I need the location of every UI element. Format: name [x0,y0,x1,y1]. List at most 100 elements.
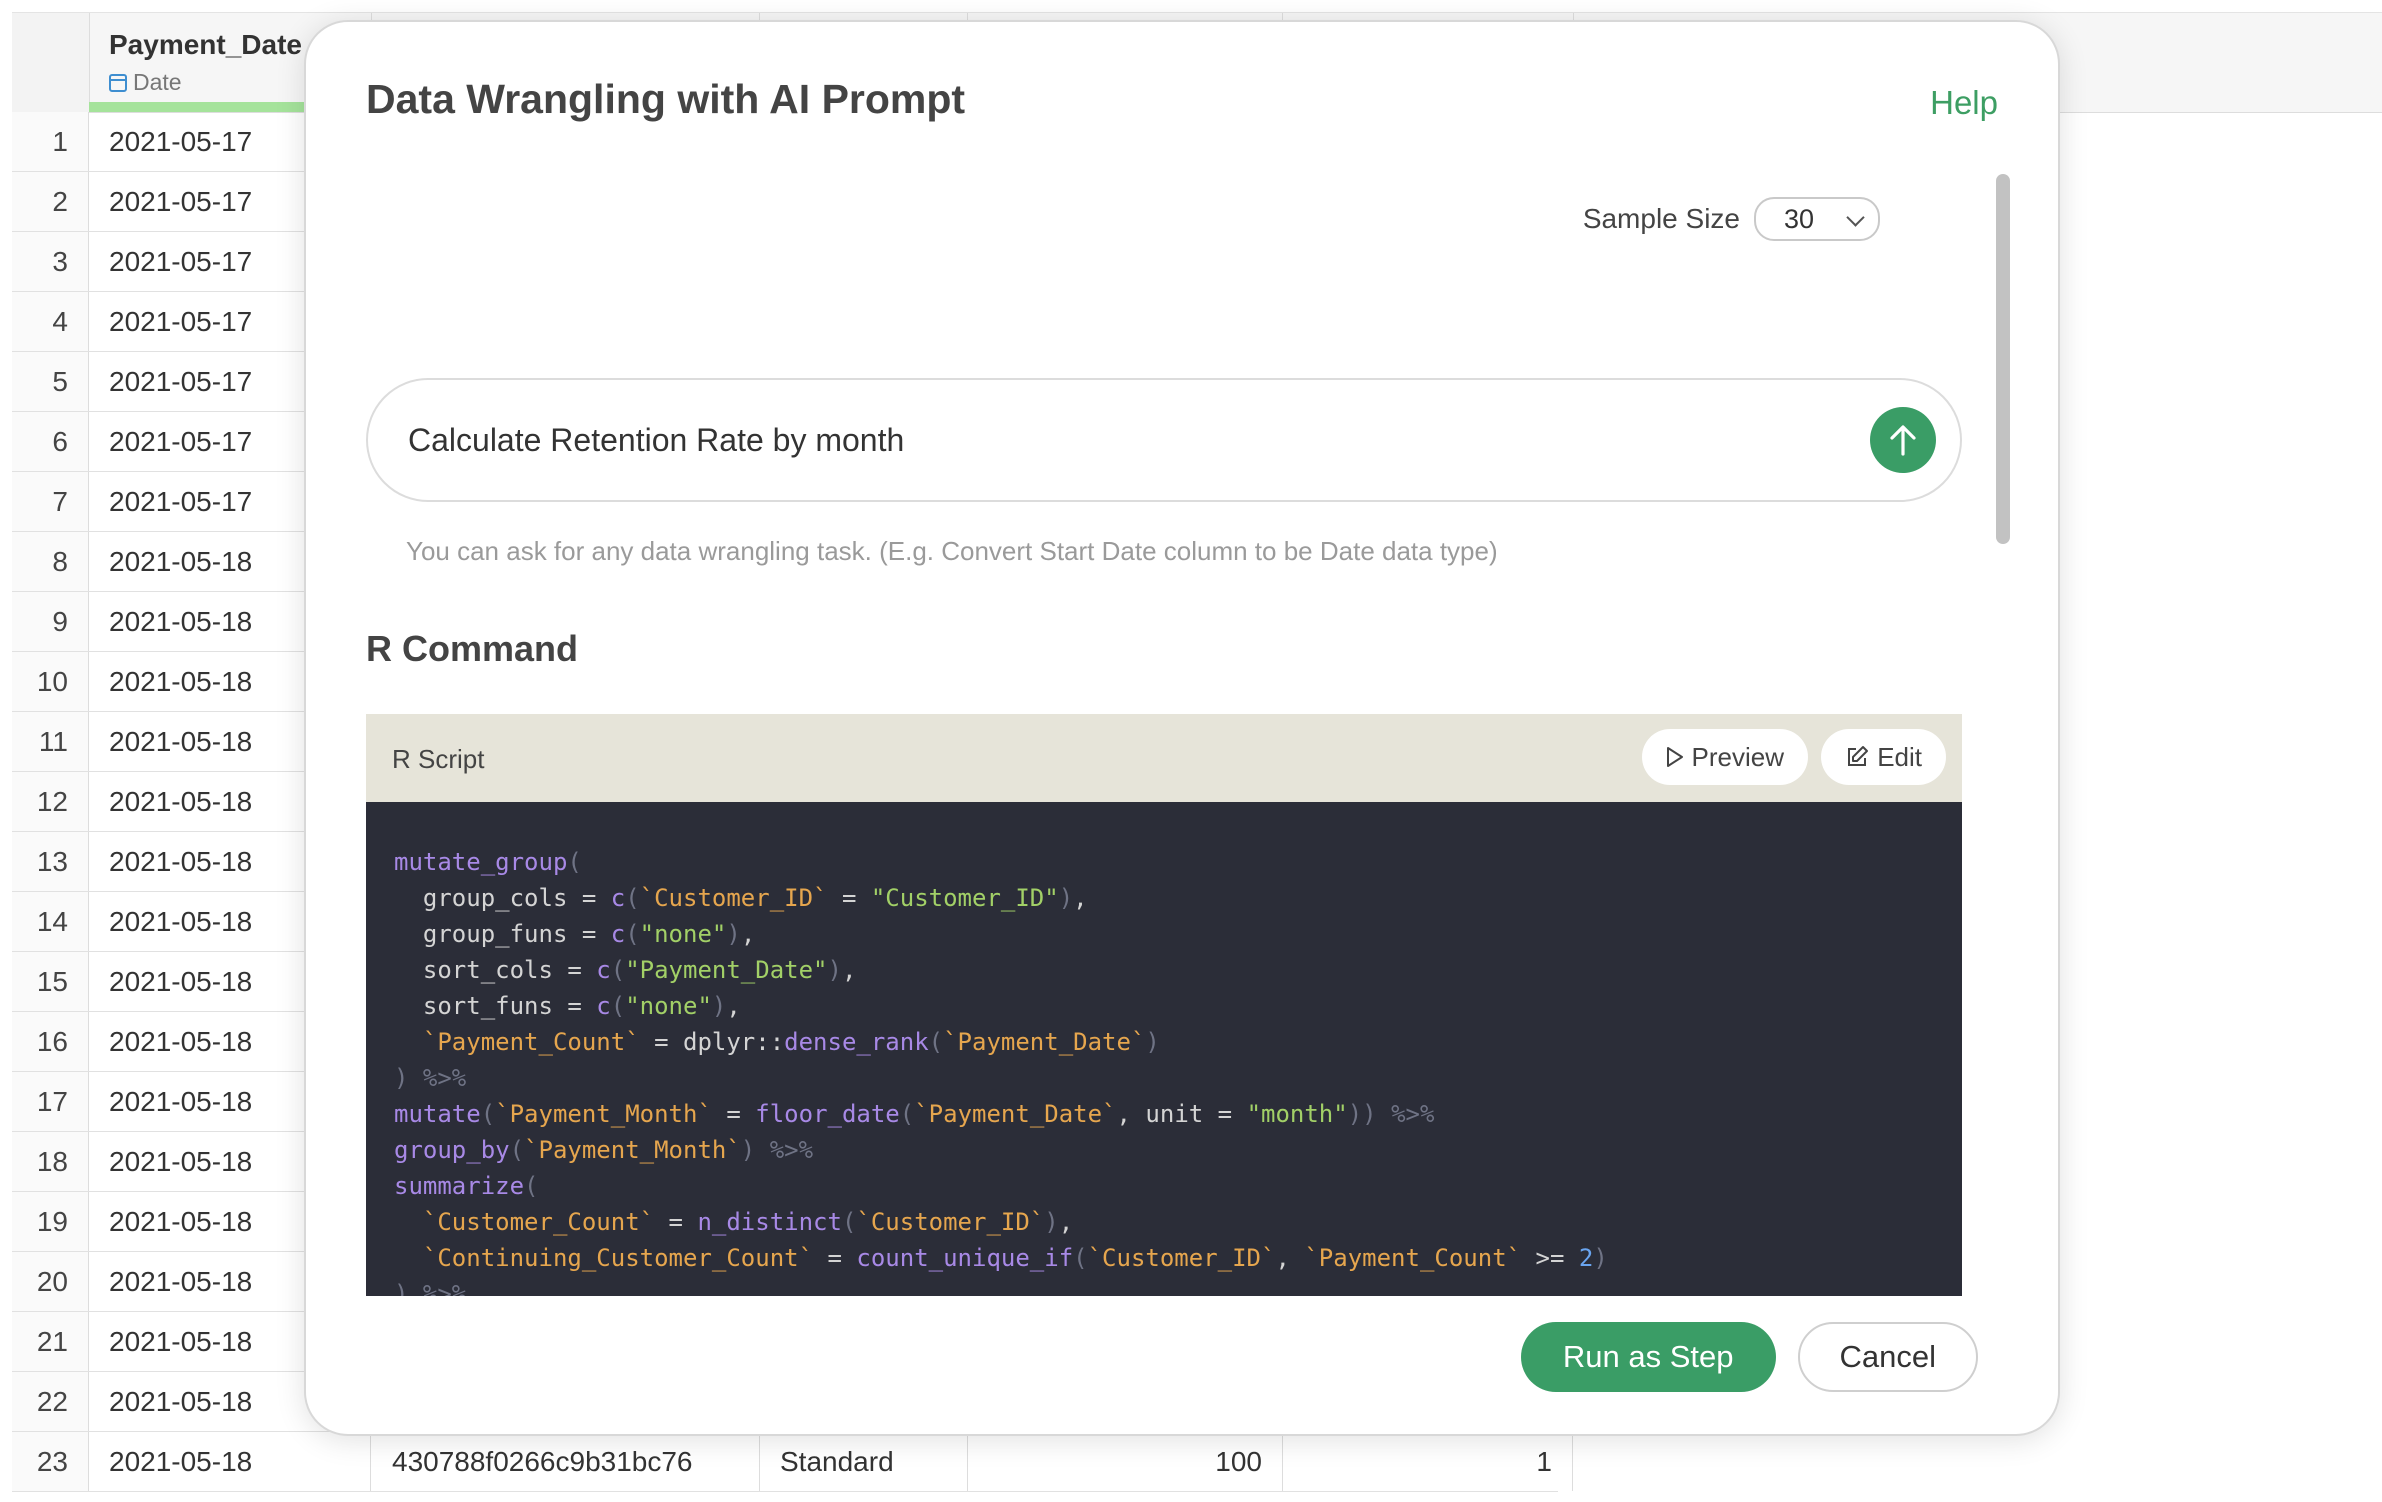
code-line: mutate_group( [394,844,1934,880]
calendar-icon [109,73,127,92]
code-token: ( [509,1136,525,1164]
row-number: 23 [12,1432,89,1491]
play-icon [1666,747,1683,767]
code-token: , unit = [1116,1100,1247,1128]
code-token: = [827,884,871,912]
code-token: `Payment_Date` [943,1028,1146,1056]
code-token: ) [1145,1028,1160,1056]
column-type-label: Date [133,69,182,95]
code-token: )) %>% [1347,1100,1435,1128]
row-number: 10 [12,652,89,711]
row-number: 13 [12,832,89,891]
code-line: sort_cols = c("Payment_Date"), [394,952,1934,988]
edit-button[interactable]: Edit [1821,729,1946,785]
code-token: "none" [639,920,727,948]
prompt-input-text[interactable]: Calculate Retention Rate by month [408,422,904,459]
table-cell-count[interactable]: 1 [1283,1432,1573,1491]
code-token: ) [726,920,741,948]
code-token: mutate_group [394,848,568,876]
code-line: ) %>% [394,1060,1934,1096]
code-token: `Customer_ID` [856,1208,1045,1236]
code-token: ) [1058,884,1074,912]
row-number: 11 [12,712,89,771]
row-number: 22 [12,1372,89,1431]
table-cell-amount[interactable]: 100 [968,1432,1283,1491]
code-line: ) %>% [394,1276,1934,1296]
row-number: 18 [12,1132,89,1191]
code-token: ( [610,992,626,1020]
sample-size-value: 30 [1784,204,1815,234]
code-token: "Customer_ID" [870,884,1059,912]
code-line: `Payment_Count` = dplyr::dense_rank(`Pay… [394,1024,1934,1060]
code-line: sort_funs = c("none"), [394,988,1934,1024]
preview-button-label: Preview [1691,741,1784,772]
cancel-button[interactable]: Cancel [1797,1322,1978,1392]
code-token: "Payment_Date" [625,956,828,984]
code-token: count_unique_if [856,1244,1074,1272]
code-token: ( [841,1208,857,1236]
code-line: `Continuing_Customer_Count` = count_uniq… [394,1240,1934,1276]
send-prompt-button[interactable] [1870,407,1936,473]
code-token: mutate [394,1100,481,1128]
prompt-input[interactable]: Calculate Retention Rate by month [366,378,1962,502]
code-token: `Continuing_Customer_Count` [422,1244,814,1272]
code-token: n_distinct [697,1208,842,1236]
code-token: , [740,920,756,948]
sample-size-select[interactable]: 30 [1754,197,1880,241]
code-token: group_funs = [394,920,611,948]
table-cell-payment-date[interactable]: 2021-05-18 [89,1432,371,1491]
code-token: c [596,956,611,984]
code-token: ) %>% [394,1280,467,1296]
arrow-up-icon [1890,425,1916,456]
row-number: 4 [12,292,89,351]
dialog-footer: Run as Step Cancel [1520,1322,1978,1392]
dialog-scrollbar[interactable] [1988,152,2016,1296]
code-token: ) [1044,1208,1059,1236]
code-token: ( [928,1028,944,1056]
code-token: ( [1073,1244,1088,1272]
row-number: 7 [12,472,89,531]
sample-size-control: Sample Size 30 [1583,197,1880,241]
column-type: Date [109,69,182,96]
code-token: = dplyr:: [639,1028,785,1056]
row-number: 5 [12,352,89,411]
code-token: ) [1593,1244,1608,1272]
dialog-title: Data Wrangling with AI Prompt [366,76,966,122]
code-token: ( [480,1100,496,1128]
code-token: sort_cols = [394,956,597,984]
table-cell-customer-id[interactable]: 430788f0266c9b31bc76 [372,1432,760,1491]
code-token: ( [524,1172,539,1200]
code-token: dense_rank [784,1028,929,1056]
code-line: summarize( [394,1168,1934,1204]
code-line: group_by(`Payment_Month`) %>% [394,1132,1934,1168]
code-token: , [1275,1244,1305,1272]
code-token: , [1058,1208,1074,1236]
help-link[interactable]: Help [1930,84,1998,122]
script-header: R Script Preview Edit [366,714,1962,802]
code-token: group_cols = [394,884,611,912]
code-token: "none" [625,992,712,1020]
table-row[interactable]: 23 2021-05-18 430788f0266c9b31bc76 Standard… [12,1432,1573,1492]
code-token: 2 [1578,1244,1594,1272]
code-token: ) %>% [740,1136,814,1164]
row-number: 8 [12,532,89,591]
run-as-step-button[interactable]: Run as Step [1520,1322,1776,1392]
row-number: 2 [12,172,89,231]
column-name: Payment_Date [109,29,302,60]
edit-button-label: Edit [1877,741,1922,772]
row-number: 19 [12,1192,89,1251]
code-token: ( [610,956,626,984]
code-token: , [1073,884,1088,912]
code-token: sort_funs = [394,992,597,1020]
code-token: `Customer_ID` [639,884,828,912]
code-token: `Payment_Date` [914,1100,1117,1128]
dialog-scroll-area[interactable]: Sample Size 30 Calculate Retention Rate … [306,162,2014,1296]
scrollbar-thumb[interactable] [1996,174,2010,544]
code-token: `Payment_Month` [495,1100,712,1128]
table-cell-plan[interactable]: Standard [760,1432,968,1491]
row-number: 6 [12,412,89,471]
preview-button[interactable]: Preview [1641,729,1808,785]
